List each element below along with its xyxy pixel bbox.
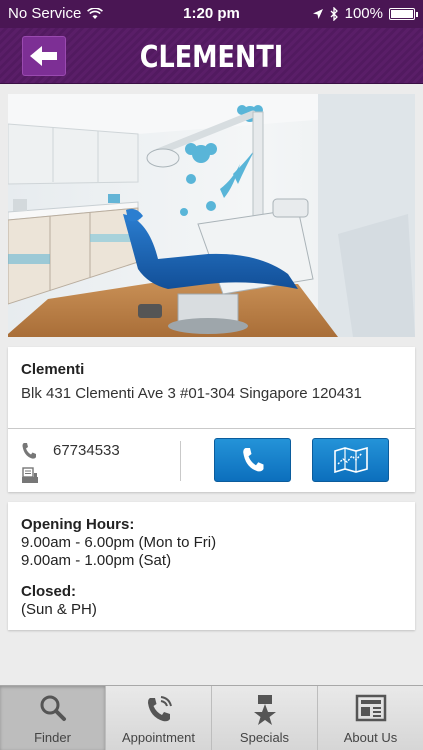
tab-finder[interactable]: Finder [0, 686, 106, 750]
news-icon [355, 694, 386, 722]
map-button[interactable] [312, 438, 389, 482]
saturday-hours: 9.00am - 1.00pm (Sat) [21, 552, 172, 569]
phone-icon [22, 443, 36, 459]
location-arrow-icon [312, 8, 323, 19]
star-ribbon-icon [253, 695, 276, 725]
tab-bar: Finder Appointment Specials About Us [0, 685, 423, 750]
call-button[interactable] [214, 438, 291, 482]
tab-label: Appointment [122, 730, 195, 745]
closed-days: (Sun & PH) [21, 601, 97, 618]
tab-specials[interactable]: Specials [212, 686, 318, 750]
nav-bar: CLEMENTI [0, 28, 423, 84]
weekday-hours: 9.00am - 6.00pm (Mon to Fri) [21, 534, 217, 551]
page-title: CLEMENTI [139, 40, 284, 75]
battery-icon [389, 7, 418, 20]
tab-label: About Us [343, 730, 398, 745]
clinic-address: Blk 431 Clementi Ave 3 #01-304 Singapore… [21, 385, 362, 402]
vertical-divider [180, 441, 181, 481]
search-icon [40, 695, 66, 721]
opening-hours-card: Opening Hours: 9.00am - 6.00pm (Mon to F… [8, 502, 415, 630]
clinic-photo [8, 94, 415, 337]
tab-label: Specials [239, 730, 290, 745]
tab-about-us[interactable]: About Us [318, 686, 423, 750]
clinic-name: Clementi [21, 361, 85, 378]
phone-ringing-icon [147, 696, 172, 722]
status-bar: No Service 1:20 pm 100% [0, 0, 423, 28]
bluetooth-icon [330, 6, 338, 21]
opening-hours-label: Opening Hours: [21, 516, 135, 533]
phone-icon [242, 448, 263, 472]
closed-label: Closed: [21, 583, 77, 600]
tab-label: Finder [34, 730, 71, 745]
divider [8, 428, 415, 429]
fax-icon [22, 467, 38, 483]
map-icon [333, 447, 368, 473]
clinic-info-card: Clementi Blk 431 Clementi Ave 3 #01-304 … [8, 347, 415, 492]
battery-percent: 100% [344, 5, 383, 22]
tab-appointment[interactable]: Appointment [106, 686, 212, 750]
phone-number: 67734533 [53, 442, 120, 459]
